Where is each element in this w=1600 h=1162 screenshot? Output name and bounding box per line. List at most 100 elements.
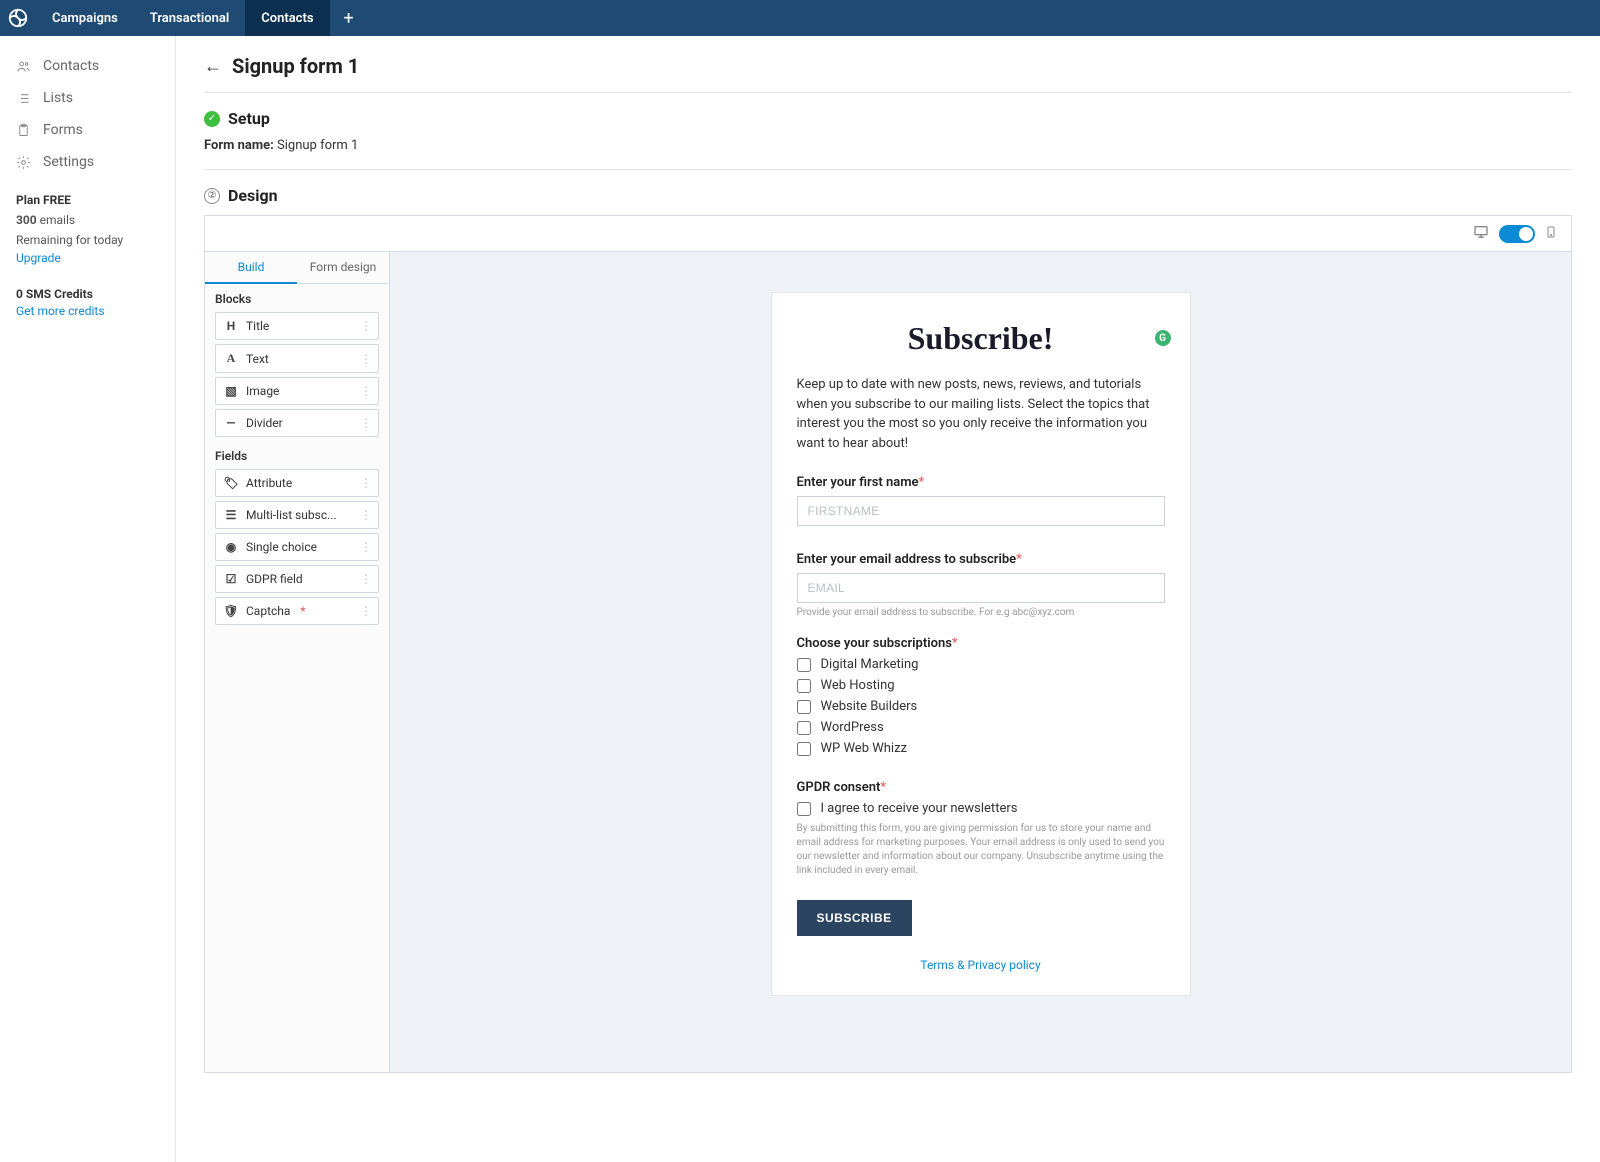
fields-group-label: Fields	[205, 441, 389, 465]
checkbox-input[interactable]	[797, 721, 811, 735]
gdpr-label: GPDR consent*	[797, 780, 1165, 795]
page-title: Signup form 1	[232, 54, 359, 78]
block-divider[interactable]: —Divider⋮	[215, 409, 379, 437]
terms-link[interactable]: Terms & Privacy policy	[797, 958, 1165, 972]
designer-toolbar	[205, 216, 1571, 252]
shield-icon: 🛡	[224, 604, 238, 618]
credits-info: 0 SMS Credits Get more credits	[0, 279, 175, 326]
tag-icon: 🏷	[224, 476, 238, 490]
tab-form-design[interactable]: Form design	[297, 252, 389, 283]
sidebar-item-lists[interactable]: Lists	[0, 82, 175, 114]
subscription-option[interactable]: Web Hosting	[797, 678, 1165, 693]
sidebar-label: Forms	[43, 122, 83, 138]
field-gdpr[interactable]: ☑GDPR field⋮	[215, 565, 379, 593]
blocks-group-label: Blocks	[205, 284, 389, 308]
grammar-badge-icon: G	[1155, 330, 1171, 346]
sidebar: Contacts Lists Forms Settings Plan FREE …	[0, 36, 176, 1162]
mobile-icon[interactable]	[1545, 224, 1557, 244]
preview-intro: Keep up to date with new posts, news, re…	[797, 375, 1165, 453]
email-help: Provide your email address to subscribe.…	[797, 607, 1165, 618]
check-icon: ✓	[204, 111, 220, 127]
sidebar-label: Settings	[43, 154, 94, 170]
gdpr-note: By submitting this form, you are giving …	[797, 822, 1165, 878]
people-icon	[16, 59, 31, 74]
desktop-icon[interactable]	[1473, 224, 1489, 244]
back-arrow-icon[interactable]: ←	[204, 56, 222, 77]
check-icon: ☑	[224, 572, 238, 586]
subscriptions-label: Choose your subscriptions*	[797, 636, 1165, 651]
subscription-option[interactable]: WordPress	[797, 720, 1165, 735]
sidebar-label: Lists	[43, 90, 73, 106]
tab-build[interactable]: Build	[205, 252, 297, 284]
subscribe-button[interactable]: SUBSCRIBE	[797, 900, 912, 936]
drag-handle-icon: ⋮	[360, 572, 372, 586]
preview-heading: Subscribe!	[797, 320, 1165, 357]
plan-info: Plan FREE 300 emails Remaining for today…	[0, 178, 175, 279]
block-title[interactable]: HTitle⋮	[215, 312, 379, 340]
checkbox-input[interactable]	[797, 700, 811, 714]
form-preview: G Subscribe! Keep up to date with new po…	[771, 292, 1191, 996]
credits-title: 0 SMS Credits	[16, 287, 159, 301]
builder-panel: Build Form design Blocks HTitle⋮ AText⋮ …	[205, 252, 390, 1072]
subscription-option[interactable]: Website Builders	[797, 699, 1165, 714]
gdpr-consent-check[interactable]: I agree to receive your newsletters	[797, 801, 1165, 816]
list-icon: ☰	[224, 508, 238, 522]
app-logo[interactable]	[0, 0, 36, 36]
block-image[interactable]: ▧Image⋮	[215, 377, 379, 405]
nav-transactional[interactable]: Transactional	[134, 0, 245, 36]
form-designer: Build Form design Blocks HTitle⋮ AText⋮ …	[204, 215, 1572, 1073]
radio-icon: ◉	[224, 540, 238, 554]
divider-icon: —	[224, 416, 238, 430]
get-credits-link[interactable]: Get more credits	[16, 304, 105, 318]
plan-emails: 300 emails	[16, 212, 159, 229]
checkbox-input[interactable]	[797, 658, 811, 672]
checkbox-input[interactable]	[797, 679, 811, 693]
block-text[interactable]: AText⋮	[215, 344, 379, 373]
firstname-input[interactable]	[797, 496, 1165, 526]
firstname-label: Enter your first name*	[797, 475, 1165, 490]
drag-handle-icon: ⋮	[360, 384, 372, 398]
field-attribute[interactable]: 🏷Attribute⋮	[215, 469, 379, 497]
sidebar-item-contacts[interactable]: Contacts	[0, 50, 175, 82]
drag-handle-icon: ⋮	[360, 416, 372, 430]
main-content: ← Signup form 1 ✓ Setup Form name: Signu…	[176, 36, 1600, 1162]
sidebar-label: Contacts	[43, 58, 99, 74]
form-name-row: Form name: Signup form 1	[204, 138, 1572, 153]
heading-icon: H	[224, 319, 238, 333]
email-input[interactable]	[797, 573, 1165, 603]
drag-handle-icon: ⋮	[360, 319, 372, 333]
gear-icon	[16, 155, 31, 170]
subscription-option[interactable]: Digital Marketing	[797, 657, 1165, 672]
field-multi-list[interactable]: ☰Multi-list subsc...⋮	[215, 501, 379, 529]
plan-remaining: Remaining for today	[16, 232, 159, 249]
nav-contacts[interactable]: Contacts	[245, 0, 329, 36]
drag-handle-icon: ⋮	[360, 540, 372, 554]
list-icon	[16, 91, 31, 106]
email-label: Enter your email address to subscribe*	[797, 552, 1165, 567]
clipboard-icon	[16, 123, 31, 138]
upgrade-link[interactable]: Upgrade	[16, 251, 61, 265]
drag-handle-icon: ⋮	[360, 476, 372, 490]
plan-title: Plan FREE	[16, 192, 159, 209]
image-icon: ▧	[224, 384, 238, 398]
checkbox-input[interactable]	[797, 802, 811, 816]
sidebar-item-settings[interactable]: Settings	[0, 146, 175, 178]
drag-handle-icon: ⋮	[360, 604, 372, 618]
design-section: ② Design Build	[204, 170, 1572, 1089]
field-captcha[interactable]: 🛡Captcha*⋮	[215, 597, 379, 625]
step-icon: ②	[204, 188, 220, 204]
checkbox-input[interactable]	[797, 742, 811, 756]
drag-handle-icon: ⋮	[360, 508, 372, 522]
subscription-option[interactable]: WP Web Whizz	[797, 741, 1165, 756]
nav-campaigns[interactable]: Campaigns	[36, 0, 134, 36]
form-canvas: G Subscribe! Keep up to date with new po…	[390, 252, 1571, 1072]
field-single-choice[interactable]: ◉Single choice⋮	[215, 533, 379, 561]
setup-heading: Setup	[228, 109, 270, 128]
drag-handle-icon: ⋮	[360, 352, 372, 366]
setup-section: ✓ Setup Form name: Signup form 1	[204, 93, 1572, 170]
viewport-toggle[interactable]	[1499, 225, 1535, 243]
sidebar-item-forms[interactable]: Forms	[0, 114, 175, 146]
text-icon: A	[224, 351, 238, 366]
top-nav: Campaigns Transactional Contacts +	[0, 0, 1600, 36]
nav-add-button[interactable]: +	[330, 0, 368, 36]
